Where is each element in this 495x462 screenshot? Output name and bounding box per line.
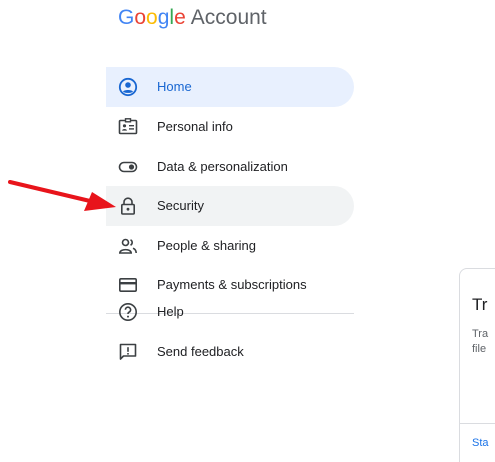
sidebar-item-label: Personal info — [157, 119, 233, 134]
logo-letter: G — [118, 6, 135, 29]
logo-letter: e — [174, 6, 186, 29]
google-wordmark: Google — [118, 6, 186, 29]
logo-letter: g — [157, 6, 170, 29]
sidebar-item-home[interactable]: Home — [106, 67, 354, 107]
card-action-link[interactable]: Sta — [472, 437, 489, 449]
sidebar-item-label: Help — [157, 304, 184, 319]
id-card-icon — [118, 117, 138, 137]
lock-icon — [118, 196, 138, 216]
sidebar-item-label: Send feedback — [157, 344, 244, 359]
logo-letter: o — [134, 6, 147, 29]
sidebar-item-label: Home — [157, 79, 192, 94]
sidebar-item-label: People & sharing — [157, 238, 257, 253]
card-divider — [460, 423, 495, 424]
card-description: Tra file — [472, 327, 488, 357]
sidebar-item-data-personalization[interactable]: Data & personalization — [106, 147, 354, 187]
sidebar-item-security[interactable]: Security — [106, 186, 354, 226]
sidebar-item-people-sharing[interactable]: People & sharing — [106, 226, 354, 266]
sidebar-item-personal-info[interactable]: Personal info — [106, 107, 354, 147]
account-circle-icon — [118, 77, 138, 97]
sidebar-item-help[interactable]: Help — [106, 292, 354, 332]
card-description-line: Tra — [472, 328, 489, 340]
feedback-icon — [118, 342, 138, 362]
google-account-page: Google Account Home Personal info Data &… — [0, 0, 495, 462]
help-circle-icon — [118, 302, 138, 322]
sidebar-item-label: Data & personalization — [157, 159, 288, 174]
people-icon — [118, 236, 138, 256]
product-name: Account — [190, 6, 267, 29]
sidebar-item-label: Security — [157, 198, 204, 213]
card-title: Tr — [472, 295, 488, 314]
google-account-logo[interactable]: Google Account — [118, 6, 267, 30]
toggle-icon — [118, 157, 138, 177]
sidebar-item-send-feedback[interactable]: Send feedback — [106, 332, 354, 372]
card-description-line: file — [472, 343, 487, 355]
annotation-arrow-icon — [8, 180, 116, 211]
logo-letter: o — [146, 6, 158, 29]
tip-card: Tr Tra file Sta — [459, 268, 495, 462]
sidebar-item-label: Payments & subscriptions — [157, 277, 307, 292]
